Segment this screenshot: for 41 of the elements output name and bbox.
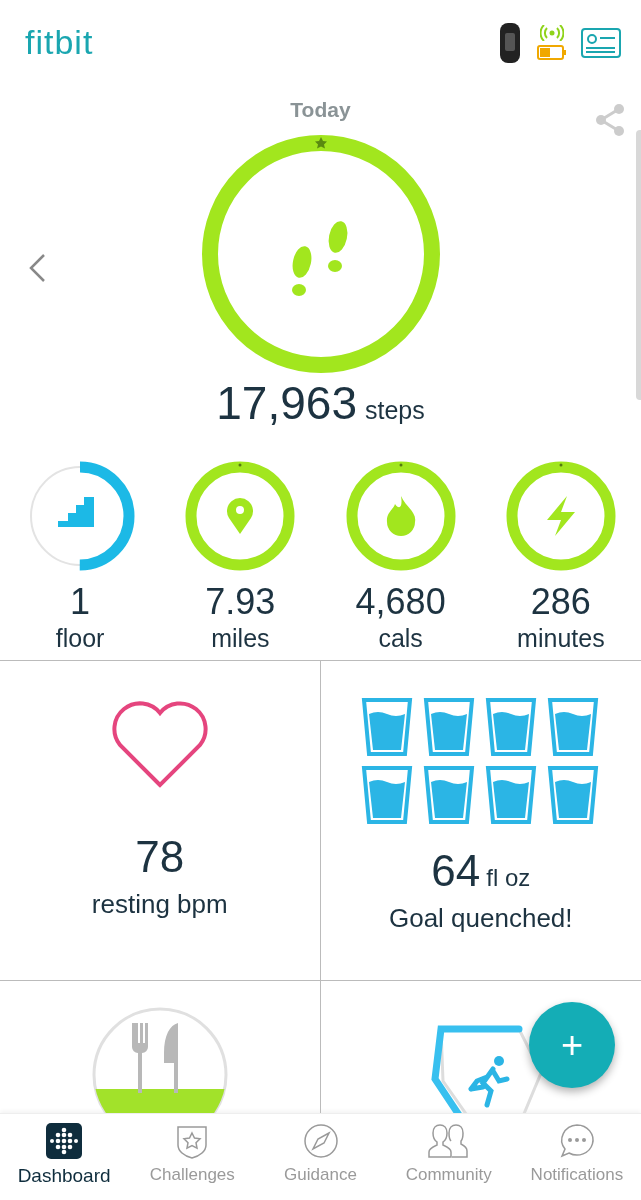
steps-count: 17,963	[216, 380, 357, 426]
stat-unit: floor	[55, 626, 105, 651]
tile-label: resting bpm	[91, 891, 228, 917]
heart-icon	[109, 701, 210, 789]
active-progress-ring[interactable]	[504, 460, 617, 572]
dashboard-icon	[45, 1122, 84, 1160]
sync-signal-icon	[540, 25, 564, 41]
nav-tab[interactable]: Notifications	[512, 1122, 641, 1183]
stat-unit: minutes	[517, 626, 605, 651]
nav-tab[interactable]: Guidance	[256, 1122, 385, 1183]
nav-tab[interactable]: Challenges	[128, 1122, 257, 1183]
date-title: Today	[290, 99, 351, 120]
add-button[interactable]: +	[529, 1002, 615, 1088]
distance-progress-ring[interactable]	[184, 460, 297, 572]
flame-icon	[386, 496, 415, 536]
stat-value: 286	[530, 584, 591, 620]
steps-unit: steps	[364, 398, 425, 423]
stairs-icon	[58, 497, 95, 527]
stat-value: 4,680	[355, 584, 446, 620]
share-icon[interactable]	[594, 103, 626, 137]
battery-icon	[537, 45, 567, 60]
tile-label: Goal quenched!	[388, 905, 573, 931]
tile-value: 78	[135, 835, 185, 879]
heart-tile[interactable]: 78 resting bpm	[0, 661, 321, 981]
stat-unit: cals	[378, 626, 423, 651]
stat-unit: miles	[211, 626, 270, 651]
water-tile[interactable]: 64 fl oz Goal quenched!	[320, 661, 641, 981]
lightning-icon	[546, 496, 575, 536]
stat-value: 7.93	[205, 584, 276, 620]
tile-unit: fl oz	[486, 866, 531, 890]
nav-tab[interactable]: Community	[384, 1122, 513, 1183]
compass-icon	[301, 1122, 340, 1160]
previous-day-icon[interactable]	[28, 253, 46, 283]
tile-value: 64	[431, 849, 481, 893]
stat-value: 1	[70, 584, 91, 620]
location-pin-icon	[227, 498, 254, 534]
nav-tab[interactable]: Dashboard	[0, 1122, 129, 1185]
fitbit-logo: fitbit	[25, 22, 94, 63]
tracker-icon[interactable]	[497, 22, 523, 63]
profile-card-icon[interactable]	[581, 27, 621, 58]
calories-progress-ring[interactable]	[344, 460, 457, 572]
